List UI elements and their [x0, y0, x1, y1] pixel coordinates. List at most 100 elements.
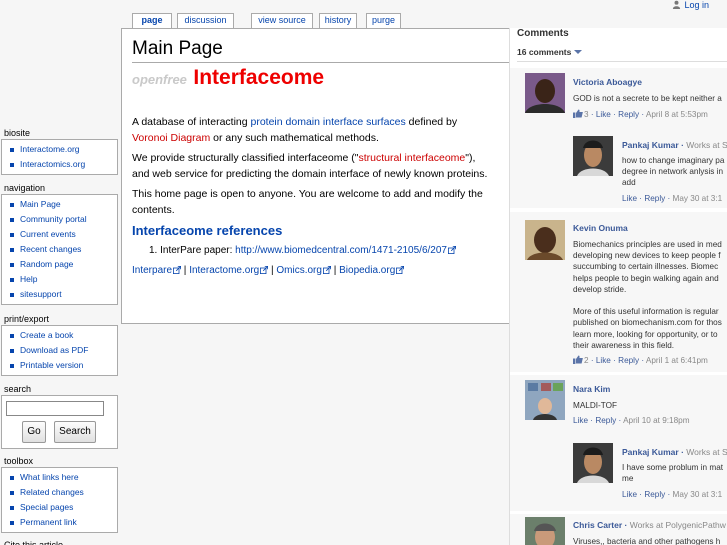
comment-meta: 3 · Like · Reply · April 8 at 5:53pm [573, 109, 708, 119]
link-protein-domain[interactable]: protein domain [251, 116, 320, 128]
sidebar-item-random-page[interactable]: Random page [6, 257, 117, 272]
link-structural-interfaceome[interactable]: structural interfaceome [358, 152, 465, 164]
sidebar-item-community-portal[interactable]: Community portal [6, 212, 117, 227]
text: A database of interacting [132, 116, 251, 128]
comments-count-label: 16 comments [517, 47, 572, 57]
sidebar-item-related-changes[interactable]: Related changes [6, 485, 117, 500]
comment-author[interactable]: Kevin Onuma [573, 223, 628, 233]
comment-meta: Like · Reply · April 10 at 9:18pm [573, 416, 690, 425]
sidebar-item-help[interactable]: Help [6, 272, 117, 287]
comment-text: GOD is not a secrete to be kept neither … [573, 94, 722, 103]
comment-timestamp: May 30 at 3:1 [672, 490, 723, 499]
comment-line: how to change imaginary pa [622, 156, 725, 165]
comments-divider [517, 61, 727, 62]
search-button[interactable]: Search [54, 421, 96, 443]
comment-line: develop stride. [573, 284, 627, 294]
avatar[interactable] [525, 220, 565, 260]
like-link[interactable]: Like [596, 356, 611, 365]
comment-text: MALDI-TOF [573, 401, 617, 410]
external-link-icon [322, 266, 331, 274]
portlet-body: Create a book Download as PDF Printable … [1, 325, 118, 376]
sidebar-item-what-links-here[interactable]: What links here [6, 470, 117, 485]
login-label: Log in [684, 0, 709, 10]
title-divider [132, 62, 509, 63]
tab-view-source[interactable]: view source [251, 13, 313, 28]
sidebar-item-special-pages[interactable]: Special pages [6, 500, 117, 515]
reply-link[interactable]: Reply [644, 194, 665, 203]
tagline-brand: Interfaceome [193, 66, 325, 89]
reply-link[interactable]: Reply [644, 490, 665, 499]
link-biopedia-org[interactable]: Biopedia.org [339, 265, 395, 276]
portlet-body: Go Search [1, 395, 118, 449]
comment-line: I have some problum in mat [622, 463, 724, 472]
comment-author[interactable]: Nara Kim [573, 384, 610, 394]
avatar[interactable] [525, 73, 565, 113]
like-count: 3 [584, 110, 589, 119]
thumbs-up-icon [573, 109, 583, 118]
portlet-title: navigation [4, 183, 46, 193]
link-biomedcentral[interactable]: http://www.biomedcentral.com/1471-2105/6… [235, 245, 447, 256]
comment-line: published on biomechanism.com for thos [573, 318, 722, 328]
comment-thread: Chris Carter · Works at PolygenicPathw V… [510, 514, 727, 545]
comment-reply: Pankaj Kumar · Works at S how to change … [510, 132, 727, 208]
related-sites: Interpare | Interactome.org | Omics.org … [132, 263, 492, 279]
comment-meta: Like · Reply · May 30 at 3:1 [622, 490, 723, 499]
comment-author[interactable]: Pankaj Kumar · Works at S [622, 447, 727, 457]
link-interpare[interactable]: Interpare [132, 265, 172, 276]
avatar[interactable] [525, 517, 565, 545]
sidebar-item-main-page[interactable]: Main Page [6, 197, 117, 212]
tab-purge[interactable]: purge [366, 13, 401, 28]
link-interface-surfaces[interactable]: interface surfaces [323, 116, 406, 128]
sidebar-item-cite[interactable]: Cite this article [0, 539, 118, 545]
like-count: 2 [584, 356, 589, 365]
separator: | [181, 265, 190, 276]
author-workplace: Works at S [686, 447, 727, 457]
article-body: A database of interacting protein domain… [132, 115, 492, 279]
service-paragraph: We provide structurally classified inter… [132, 151, 492, 182]
comment-line: their awareness in this field. [573, 340, 675, 350]
text: We provide structurally classified inter… [132, 152, 359, 164]
like-link[interactable]: Like [596, 110, 611, 119]
link-voronoi-diagram[interactable]: Voronoi Diagram [132, 132, 210, 144]
sidebar-item-interactome-org[interactable]: Interactome.org [6, 142, 117, 157]
sidebar-item-sitesupport[interactable]: sitesupport [6, 287, 117, 302]
sidebar-item-interactomics-org[interactable]: Interactomics.org [6, 157, 117, 172]
sidebar-item-download-pdf[interactable]: Download as PDF [6, 343, 117, 358]
like-link[interactable]: Like [622, 490, 637, 499]
link-interactome-org[interactable]: Interactome.org [189, 265, 259, 276]
avatar[interactable] [573, 136, 613, 176]
comment-author[interactable]: Chris Carter · Works at PolygenicPathw [573, 520, 726, 530]
avatar[interactable] [525, 380, 565, 420]
main-content: Main Page openfree Interfaceome A databa… [121, 28, 509, 324]
reply-link[interactable]: Reply [618, 110, 639, 119]
go-button[interactable]: Go [22, 421, 46, 443]
reply-link[interactable]: Reply [595, 416, 616, 425]
reply-link[interactable]: Reply [618, 356, 639, 365]
login-link[interactable]: Log in [672, 0, 709, 10]
portlet-title: biosite [4, 128, 31, 138]
portlet-body: Interactome.org Interactomics.org [1, 139, 118, 175]
separator: | [330, 265, 340, 276]
avatar[interactable] [573, 443, 613, 483]
sidebar-item-recent-changes[interactable]: Recent changes [6, 242, 117, 257]
like-link[interactable]: Like [622, 194, 637, 203]
sidebar-item-printable-version[interactable]: Printable version [6, 358, 117, 373]
comment-author[interactable]: Victoria Aboagye [573, 77, 642, 87]
intro-paragraph: A database of interacting protein domain… [132, 115, 492, 146]
author-name: Pankaj Kumar [622, 140, 679, 150]
sidebar-item-permanent-link[interactable]: Permanent link [6, 515, 117, 530]
tab-discussion[interactable]: discussion [177, 13, 234, 28]
thumbs-up-icon [573, 355, 583, 364]
sidebar-item-current-events[interactable]: Current events [6, 227, 117, 242]
link-omics-org[interactable]: Omics.org [276, 265, 322, 276]
text: defined by [405, 116, 458, 128]
author-name: Chris Carter [573, 520, 623, 530]
search-input[interactable] [6, 401, 104, 416]
comment-author[interactable]: Pankaj Kumar · Works at S [622, 140, 727, 150]
comments-count[interactable]: 16 comments [517, 47, 583, 57]
tab-page[interactable]: page [132, 13, 172, 29]
sidebar-item-create-book[interactable]: Create a book [6, 328, 117, 343]
comment-thread: Kevin Onuma Biomechanics principles are … [510, 212, 727, 372]
tab-history[interactable]: history [319, 13, 357, 28]
like-link[interactable]: Like [573, 416, 588, 425]
